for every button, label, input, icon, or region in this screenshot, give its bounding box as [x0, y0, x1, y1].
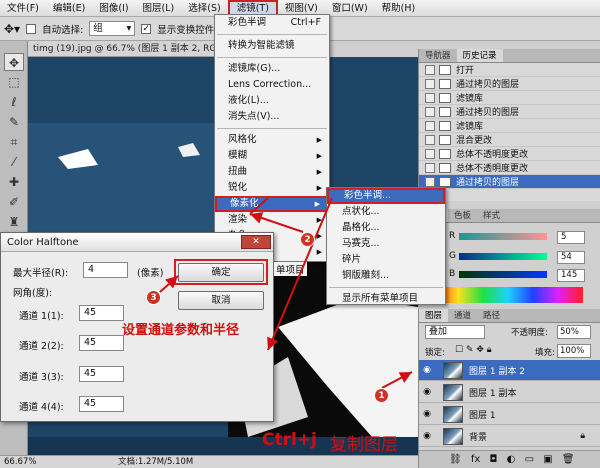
step-2-badge: 2: [300, 232, 315, 247]
copy-note-text: 复制图层: [330, 435, 398, 455]
copy-note-key: Ctrl+j: [262, 430, 317, 450]
annotation-arrows: [159, 197, 413, 389]
step-3-badge: 3: [146, 290, 161, 305]
param-note: 设置通道参数和半径: [122, 323, 240, 338]
step-1-badge: 1: [374, 388, 389, 403]
